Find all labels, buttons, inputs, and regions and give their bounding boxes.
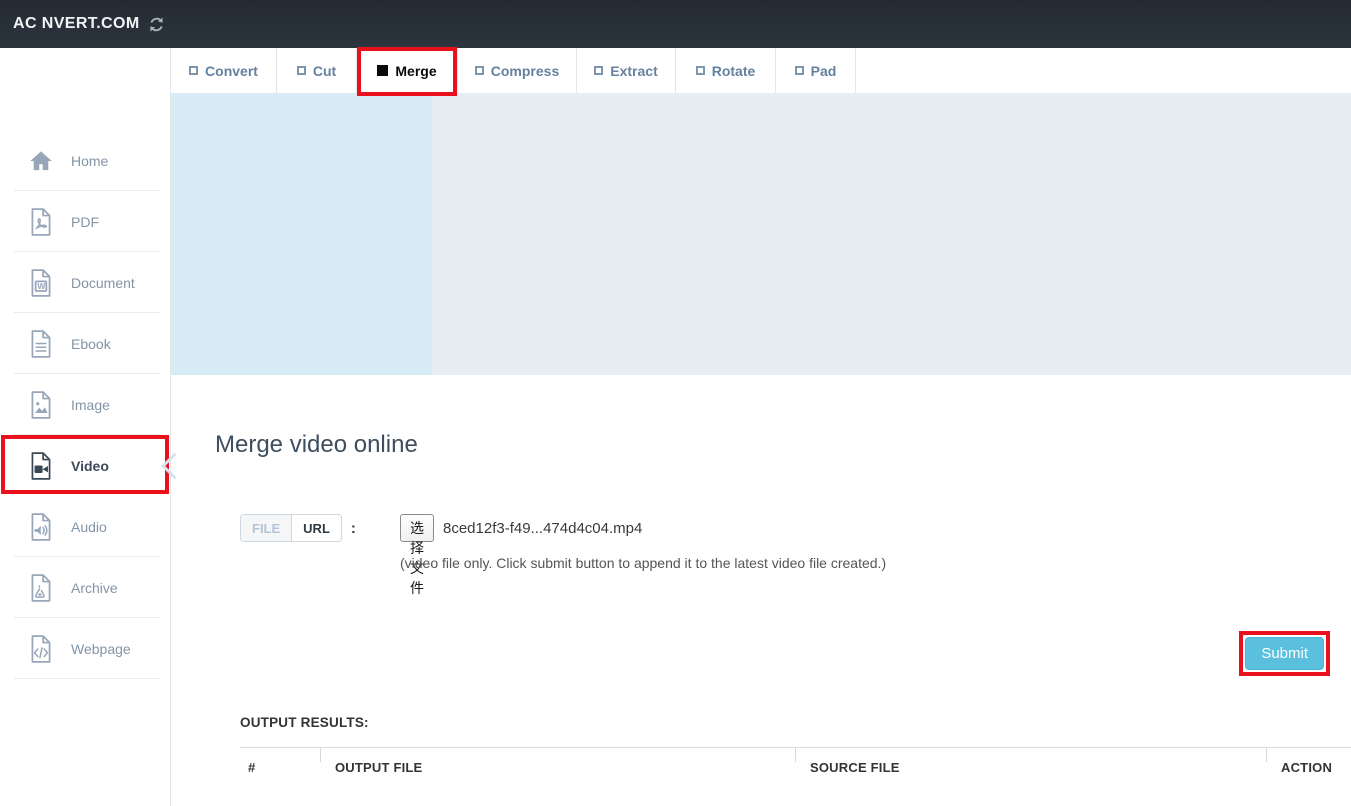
source-form-row: FILE URL : 选择文件 8ced12f3-f49...474d4c04.… (240, 514, 356, 542)
archive-file-icon (28, 573, 54, 603)
sidebar-item-home[interactable]: Home (0, 130, 170, 191)
webpage-file-icon (28, 634, 54, 664)
category-sidebar: Home PDF W Document (0, 48, 171, 806)
column-header-label: OUTPUT FILE (335, 760, 422, 775)
sidebar-item-label: Document (71, 275, 135, 291)
sidebar-item-document[interactable]: W Document (0, 252, 170, 313)
square-outline-icon (795, 66, 804, 75)
document-file-icon: W (28, 268, 54, 298)
file-note-text: (video file only. Click submit button to… (400, 555, 886, 571)
ad-banner-right (432, 93, 1351, 375)
square-outline-icon (189, 66, 198, 75)
tab-cut[interactable]: Cut (277, 48, 357, 93)
tab-label: Pad (811, 63, 837, 79)
sidebar-item-image[interactable]: Image (0, 374, 170, 435)
sidebar-item-webpage[interactable]: Webpage (0, 618, 170, 679)
sidebar-item-video[interactable]: Video (0, 435, 170, 496)
video-file-icon (28, 451, 54, 481)
audio-file-icon (28, 512, 54, 542)
sidebar-item-label: Home (71, 153, 108, 169)
output-results-label: OUTPUT RESULTS: (240, 715, 369, 730)
refresh-icon (147, 15, 166, 34)
sidebar-item-audio[interactable]: Audio (0, 496, 170, 557)
file-url-toggle: FILE URL (240, 514, 342, 542)
choose-file-button[interactable]: 选择文件 (400, 514, 434, 542)
tab-label: Extract (610, 63, 657, 79)
tab-compress[interactable]: Compress (458, 48, 577, 93)
tab-label: Cut (313, 63, 336, 79)
sidebar-item-label: Audio (71, 519, 107, 535)
svg-text:W: W (37, 281, 46, 291)
sidebar-item-label: Archive (71, 580, 118, 596)
file-toggle-button[interactable]: FILE (241, 515, 292, 541)
ad-banner-left (171, 93, 432, 375)
column-divider (1266, 748, 1267, 762)
ebook-file-icon (28, 329, 54, 359)
content-area: Merge video online FILE URL : 选择文件 8ced1… (171, 375, 1351, 806)
sidebar-item-archive[interactable]: Archive (0, 557, 170, 618)
top-header-bar: AC NVERT.COM (0, 0, 1351, 48)
sidebar-item-label: Webpage (71, 641, 131, 657)
column-divider (795, 748, 796, 762)
page-title: Merge video online (215, 431, 418, 459)
image-file-icon (28, 390, 54, 420)
square-outline-icon (696, 66, 705, 75)
main-area: Convert Cut Merge Compress Extract Rotat… (171, 48, 1351, 806)
ad-banner-area (171, 93, 1351, 375)
tab-extract[interactable]: Extract (577, 48, 676, 93)
home-icon (28, 146, 54, 176)
output-results-table: # OUTPUT FILE SOURCE FILE ACTION (240, 747, 1351, 785)
tab-label: Rotate (712, 63, 756, 79)
tab-label: Convert (205, 63, 258, 79)
sidebar-item-label: Ebook (71, 336, 111, 352)
pdf-file-icon (28, 207, 54, 237)
sidebar-item-ebook[interactable]: Ebook (0, 313, 170, 374)
tab-rotate[interactable]: Rotate (676, 48, 776, 93)
submit-button[interactable]: Submit (1245, 637, 1324, 670)
column-header-index: # (240, 748, 320, 786)
sidebar-divider (14, 678, 160, 679)
toggle-colon: : (351, 520, 356, 537)
table-header-row: # OUTPUT FILE SOURCE FILE ACTION (240, 748, 1351, 786)
submit-highlight-box: Submit (1239, 631, 1330, 676)
tab-merge[interactable]: Merge (357, 48, 458, 93)
column-header-source-file: SOURCE FILE (795, 748, 1266, 786)
site-logo-text: AC NVERT.COM (13, 15, 140, 33)
sidebar-item-label: Video (71, 458, 109, 474)
tab-pad[interactable]: Pad (776, 48, 856, 93)
tab-convert[interactable]: Convert (171, 48, 277, 93)
column-header-label: ACTION (1281, 760, 1332, 775)
column-divider (320, 748, 321, 762)
tab-label: Compress (491, 63, 559, 79)
site-logo[interactable]: AC NVERT.COM (13, 15, 166, 34)
url-toggle-button[interactable]: URL (292, 515, 341, 541)
tab-label: Merge (395, 63, 436, 79)
column-header-label: SOURCE FILE (810, 760, 900, 775)
sidebar-item-pdf[interactable]: PDF (0, 191, 170, 252)
file-input: 选择文件 8ced12f3-f49...474d4c04.mp4 (400, 514, 642, 542)
selected-filename: 8ced12f3-f49...474d4c04.mp4 (443, 520, 642, 537)
column-header-output-file: OUTPUT FILE (320, 748, 795, 786)
square-outline-icon (475, 66, 484, 75)
column-header-action: ACTION (1266, 748, 1351, 786)
square-outline-icon (297, 66, 306, 75)
category-list: Home PDF W Document (0, 48, 170, 679)
sidebar-item-label: Image (71, 397, 110, 413)
square-outline-icon (594, 66, 603, 75)
operation-tabbar: Convert Cut Merge Compress Extract Rotat… (171, 48, 1351, 93)
square-filled-icon (377, 65, 388, 76)
sidebar-item-label: PDF (71, 214, 99, 230)
